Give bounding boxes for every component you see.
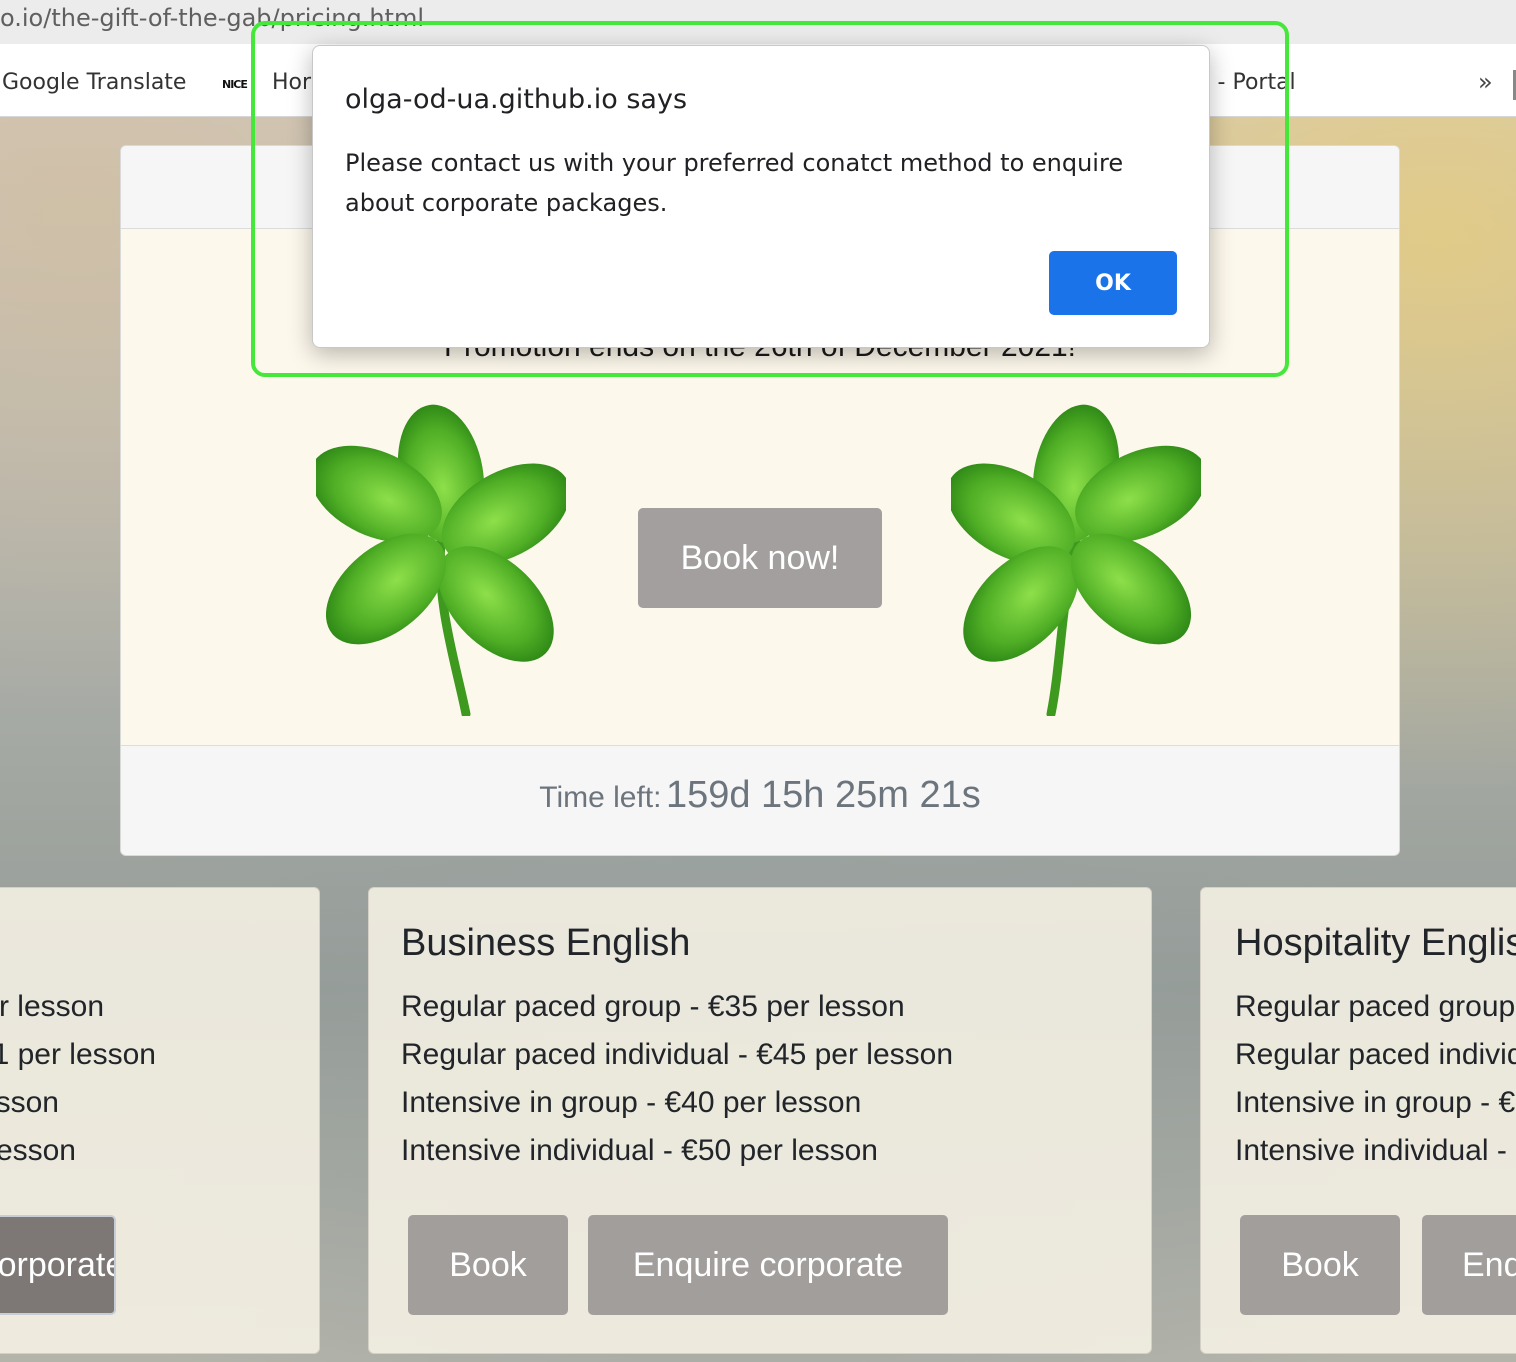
book-now-button[interactable]: Book now! [638, 508, 882, 608]
price-line: Regular paced individual - €45 per lesso… [401, 1038, 954, 1071]
countdown-label: Time left: [539, 781, 662, 814]
bookmark-favicon: NICE [222, 78, 248, 91]
card-title: Hospitality English [1235, 922, 1516, 964]
book-button[interactable]: Book [408, 1215, 568, 1315]
book-button[interactable]: Book [1240, 1215, 1400, 1315]
enquire-corporate-button[interactable]: Enquire corporate [1422, 1215, 1516, 1315]
price-card-business-english: Business English Regular paced group - €… [368, 887, 1152, 1354]
countdown: Time left: 159d 15h 25m 21s [121, 774, 1399, 817]
enquire-corporate-button[interactable]: Enquire corporate [0, 1215, 116, 1315]
countdown-value: 159d 15h 25m 21s [665, 774, 981, 816]
price-line: sson [0, 1086, 59, 1119]
card-title: Business English [401, 922, 691, 964]
price-line: Regular paced individual [1235, 1038, 1516, 1071]
four-leaf-clover-icon [951, 404, 1201, 716]
enquire-corporate-button[interactable]: Enquire corporate [588, 1215, 948, 1315]
price-card-hospitality-english: Hospitality English Regular paced group … [1200, 887, 1516, 1354]
promo-card-footer: Time left: 159d 15h 25m 21s [121, 745, 1399, 855]
price-line: Regular paced group [1235, 990, 1516, 1023]
bookmark-google-translate[interactable]: Google Translate [2, 70, 186, 95]
price-line: Intensive individual - €50 per lesson [401, 1134, 878, 1167]
price-line: Intensive in group - €40 per lesson [401, 1086, 862, 1119]
price-line: 1 per lesson [0, 1038, 156, 1071]
price-line: r lesson [0, 990, 104, 1023]
four-leaf-clover-icon [316, 404, 566, 716]
price-line: Intensive individual - [1235, 1134, 1507, 1167]
chevron-double-right-icon[interactable]: » [1478, 68, 1493, 96]
price-line: esson [0, 1134, 76, 1167]
price-line: Regular paced group - €35 per lesson [401, 990, 905, 1023]
highlight-box [251, 21, 1289, 377]
price-card-general: r lesson 1 per lesson sson esson Enquire… [0, 887, 320, 1354]
price-line: Intensive in group - € [1235, 1086, 1516, 1119]
